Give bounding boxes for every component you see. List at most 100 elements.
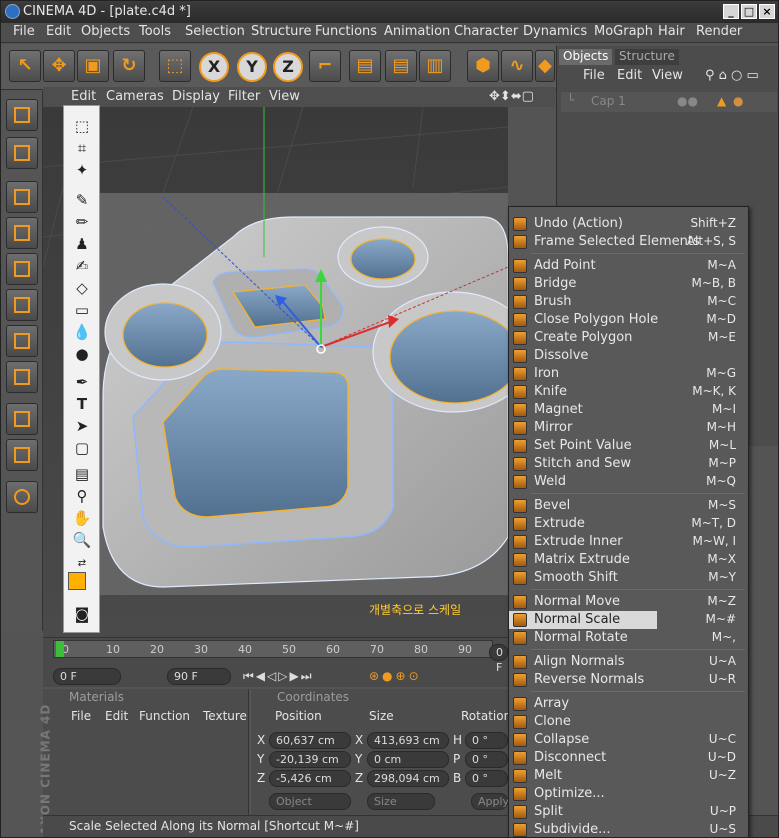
menu-file[interactable]: File bbox=[13, 24, 35, 39]
menu-item-smooth-shift[interactable]: Smooth Shift M~Y bbox=[509, 569, 750, 587]
use-axis-mode-button[interactable] bbox=[6, 217, 38, 249]
end-frame-field[interactable]: 90 F bbox=[167, 668, 231, 685]
x-axis-lock-button[interactable]: X bbox=[199, 52, 229, 82]
timeline-playhead[interactable] bbox=[56, 641, 64, 657]
playback-controls[interactable]: ⏮◀◁▷▶⏭ bbox=[243, 669, 314, 684]
menu-item-undo-action[interactable]: Undo (Action) Shift+Z bbox=[509, 215, 750, 233]
position-z-field[interactable]: -5,426 cm bbox=[269, 770, 351, 787]
menu-item-dissolve[interactable]: Dissolve bbox=[509, 347, 750, 365]
rotation-b-field[interactable]: 0 ° bbox=[465, 770, 508, 787]
menu-hair[interactable]: Hair bbox=[658, 24, 685, 39]
coordinate-system-button[interactable]: ⌐ bbox=[309, 50, 341, 82]
size-x-field[interactable]: 413,693 cm bbox=[367, 732, 449, 749]
quick-mask-icon[interactable]: ◙ bbox=[72, 604, 92, 624]
apply-button[interactable]: Apply bbox=[471, 793, 509, 810]
tab-objects[interactable]: Objects bbox=[559, 49, 613, 65]
menu-item-array[interactable]: Array bbox=[509, 695, 750, 713]
nurbs-button[interactable]: ◆ bbox=[535, 50, 555, 82]
menu-item-set-point-value[interactable]: Set Point Value M~L bbox=[509, 437, 750, 455]
use-texture-mode-button[interactable] bbox=[6, 181, 38, 213]
menu-item-iron[interactable]: Iron M~G bbox=[509, 365, 750, 383]
objects-menu-file[interactable]: File bbox=[583, 68, 605, 83]
viewport-menu-display[interactable]: Display bbox=[172, 89, 220, 104]
rotation-h-field[interactable]: 0 ° bbox=[465, 732, 508, 749]
menu-tools[interactable]: Tools bbox=[139, 24, 171, 39]
recent-tool-button[interactable]: ⬚ bbox=[159, 50, 191, 82]
menu-structure[interactable]: Structure bbox=[251, 24, 311, 39]
menu-item-align-normals[interactable]: Align Normals U~A bbox=[509, 653, 750, 671]
current-frame-field[interactable]: 0 F bbox=[489, 644, 508, 674]
path-select-icon[interactable]: ➤ bbox=[72, 416, 92, 436]
y-axis-lock-button[interactable]: Y bbox=[237, 52, 267, 82]
scale-tool-button[interactable]: ▣ bbox=[77, 50, 109, 82]
menu-item-clone[interactable]: Clone bbox=[509, 713, 750, 731]
use-model-mode-button[interactable] bbox=[6, 99, 38, 131]
menu-animation[interactable]: Animation bbox=[384, 24, 450, 39]
menu-item-create-polygon[interactable]: Create Polygon M~E bbox=[509, 329, 750, 347]
use-point-mode-button[interactable] bbox=[6, 253, 38, 285]
crop-tool-icon[interactable]: ⌗ bbox=[72, 138, 92, 158]
menu-item-normal-move[interactable]: Normal Move M~Z bbox=[509, 593, 750, 611]
brush-tool-icon[interactable]: ✎ bbox=[72, 190, 92, 210]
menu-item-mirror[interactable]: Mirror M~H bbox=[509, 419, 750, 437]
z-axis-lock-button[interactable]: Z bbox=[273, 52, 303, 82]
sculpt-button[interactable] bbox=[6, 481, 38, 513]
eyedropper-tool-icon[interactable]: ⚲ bbox=[72, 486, 92, 506]
zoom-tool-icon[interactable]: 🔍 bbox=[72, 530, 92, 550]
wand-tool-icon[interactable]: ✦ bbox=[72, 160, 92, 180]
menu-render[interactable]: Render bbox=[696, 24, 742, 39]
viewport-menu-edit[interactable]: Edit bbox=[71, 89, 96, 104]
menu-item-magnet[interactable]: Magnet M~I bbox=[509, 401, 750, 419]
stamp-tool-icon[interactable]: ♟ bbox=[72, 234, 92, 254]
gradient-tool-icon[interactable]: ▭ bbox=[72, 300, 92, 320]
menu-item-extrude[interactable]: Extrude M~T, D bbox=[509, 515, 750, 533]
materials-menu-texture[interactable]: Texture bbox=[203, 709, 247, 723]
position-y-field[interactable]: -20,139 cm bbox=[269, 751, 351, 768]
notes-tool-icon[interactable]: ▤ bbox=[72, 464, 92, 484]
menu-item-collapse[interactable]: Collapse U~C bbox=[509, 731, 750, 749]
keyframe-controls[interactable]: ⊛●⊕⊙ bbox=[369, 669, 422, 683]
menu-edit[interactable]: Edit bbox=[46, 24, 71, 39]
menu-functions[interactable]: Functions bbox=[315, 24, 377, 39]
live-selection-tool-button[interactable]: ↖ bbox=[9, 50, 41, 82]
use-edge-mode-button[interactable] bbox=[6, 289, 38, 321]
viewport-menu-cameras[interactable]: Cameras bbox=[106, 89, 164, 104]
menu-item-add-point[interactable]: Add Point M~A bbox=[509, 257, 750, 275]
render-settings-button[interactable]: ▥ bbox=[419, 50, 451, 82]
enable-axis-button[interactable] bbox=[6, 403, 38, 435]
visibility-dots-icon[interactable]: ●● bbox=[677, 94, 698, 108]
use-object-mode-button[interactable] bbox=[6, 137, 38, 169]
menu-item-extrude-inner[interactable]: Extrude Inner M~W, I bbox=[509, 533, 750, 551]
dodge-tool-icon[interactable]: ● bbox=[72, 344, 92, 364]
material-tag-icon[interactable]: ● bbox=[733, 94, 743, 108]
menu-item-brush[interactable]: Brush M~C bbox=[509, 293, 750, 311]
tab-structure[interactable]: Structure bbox=[615, 49, 679, 65]
spline-tool-button[interactable]: ∿ bbox=[501, 50, 533, 82]
menu-item-melt[interactable]: Melt U~Z bbox=[509, 767, 750, 785]
blur-tool-icon[interactable]: 💧 bbox=[72, 322, 92, 342]
foreground-color-swatch[interactable] bbox=[68, 572, 86, 590]
shape-tool-icon[interactable]: ▢ bbox=[72, 438, 92, 458]
swap-colors-icon[interactable]: ⇄ bbox=[72, 554, 92, 574]
materials-menu-edit[interactable]: Edit bbox=[105, 709, 128, 723]
rotate-tool-button[interactable]: ↻ bbox=[113, 50, 145, 82]
menu-item-weld[interactable]: Weld M~Q bbox=[509, 473, 750, 491]
menu-item-normal-rotate[interactable]: Normal Rotate M~, bbox=[509, 629, 750, 647]
menu-item-split[interactable]: Split U~P bbox=[509, 803, 750, 821]
pencil-tool-icon[interactable]: ✏ bbox=[72, 212, 92, 232]
maximize-button[interactable]: □ bbox=[741, 4, 757, 19]
3d-viewport[interactable]: 개별축으로 스케일 bbox=[43, 107, 508, 637]
menu-item-frame-selected-elements[interactable]: Frame Selected Elements Alt+S, S bbox=[509, 233, 750, 251]
hand-tool-icon[interactable]: ✋ bbox=[72, 508, 92, 528]
viewport-nav-icons[interactable]: ✥⬍⬌▢ bbox=[489, 89, 534, 104]
text-tool-icon[interactable]: T bbox=[72, 394, 92, 414]
size-y-field[interactable]: 0 cm bbox=[367, 751, 449, 768]
menu-item-stitch-and-sew[interactable]: Stitch and Sew M~P bbox=[509, 455, 750, 473]
menu-item-bridge[interactable]: Bridge M~B, B bbox=[509, 275, 750, 293]
minimize-button[interactable]: _ bbox=[723, 4, 739, 19]
menu-item-reverse-normals[interactable]: Reverse Normals U~R bbox=[509, 671, 750, 689]
objects-menu-view[interactable]: View bbox=[652, 68, 683, 83]
materials-menu-function[interactable]: Function bbox=[139, 709, 190, 723]
timeline-ruler[interactable]: 0 10 20 30 40 50 60 70 80 90 bbox=[53, 640, 493, 658]
pen-tool-icon[interactable]: ✒ bbox=[72, 372, 92, 392]
